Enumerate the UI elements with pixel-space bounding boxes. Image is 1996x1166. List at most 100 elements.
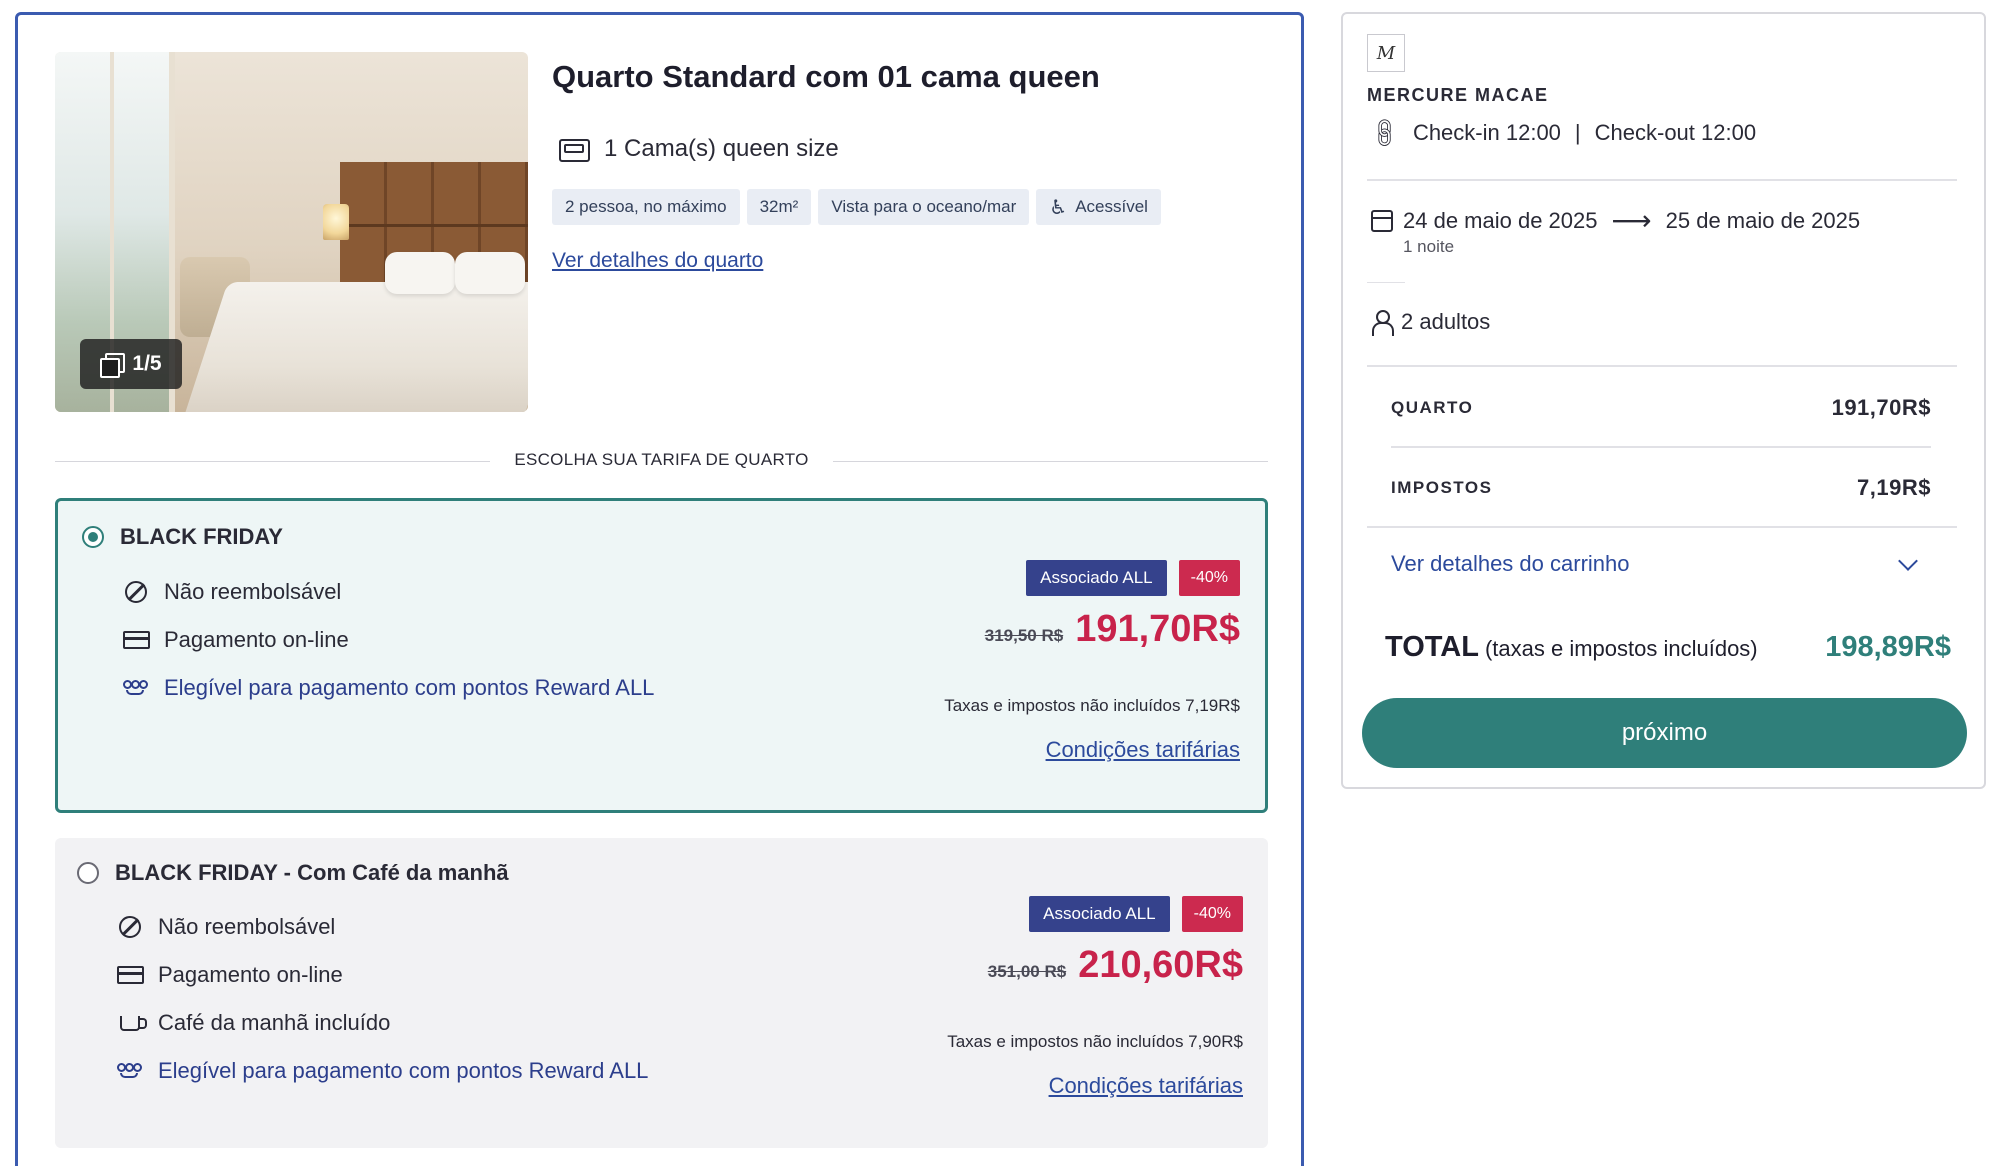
nights-count: 1 noite [1403, 237, 1455, 256]
line-item-taxes: IMPOSTOS 7,19R$ [1391, 475, 1931, 501]
guests: 2 adultos [1371, 309, 1491, 336]
total-sub: (taxas e impostos incluídos) [1484, 636, 1758, 661]
photo-counter-label: 1/5 [132, 352, 162, 375]
tax-value: 7,19R$ [1857, 475, 1931, 500]
cart-details-toggle[interactable]: Ver detalhes do carrinho [1391, 551, 1931, 577]
no-refund-icon [119, 916, 141, 938]
separator [1367, 365, 1957, 367]
chevron-down-icon[interactable] [1898, 551, 1918, 571]
feature-label: Elegível para pagamento com pontos Rewar… [164, 675, 655, 700]
separator [1367, 179, 1957, 181]
room-title: Quarto Standard com 01 cama queen [552, 59, 1100, 94]
rate-price: 210,60R$ [1078, 944, 1243, 986]
rate-heading: ESCOLHA SUA TARIFA DE QUARTO [514, 450, 809, 469]
photo-pillow [385, 252, 455, 294]
date-to: 25 de maio de 2025 [1665, 207, 1861, 233]
tax-label: IMPOSTOS [1391, 478, 1493, 497]
date-from: 24 de maio de 2025 [1403, 207, 1598, 233]
member-badge: Associado ALL [1029, 896, 1170, 932]
calendar-icon [1371, 209, 1393, 232]
tax-note: Taxas e impostos não incluídos 7,19R$ [944, 696, 1240, 715]
gallery-icon [100, 353, 126, 378]
room-card: 1/5 Quarto Standard com 01 cama queen 1 … [15, 12, 1304, 1166]
feature-label: Não reembolsável [164, 579, 342, 604]
badges: Associado ALL -40% [1026, 560, 1240, 596]
room-label: QUARTO [1391, 398, 1474, 417]
checkout-time: Check-out 12:00 [1594, 120, 1757, 145]
feature-label: Não reembolsável [158, 914, 336, 939]
rate-option-black-friday-breakfast[interactable]: BLACK FRIDAY - Com Café da manhã Não ree… [55, 838, 1268, 1148]
tag-accessible: ♿ Acessível [1036, 189, 1161, 225]
rate-price: 191,70R$ [1075, 608, 1240, 650]
feature-reward-eligible: Elegível para pagamento com pontos Rewar… [116, 1058, 648, 1084]
link-icon: 🔗︎ [1365, 113, 1404, 152]
time-divider: | [1574, 120, 1581, 145]
coffee-cup-icon [120, 1015, 147, 1031]
hotel-name: MERCURE MACAE [1367, 85, 1549, 105]
feature-breakfast: Café da manhã incluído [116, 1010, 390, 1036]
credit-card-icon [116, 966, 144, 984]
feature-online-payment: Pagamento on-line [116, 962, 343, 988]
accessible-icon: ♿ [1049, 196, 1068, 219]
feature-online-payment: Pagamento on-line [122, 627, 349, 653]
price-row: 319,50 R$ 191,70R$ [985, 608, 1240, 651]
feature-non-refundable: Não reembolsável [122, 579, 341, 605]
total-row: TOTAL (taxas e impostos incluídos) 198,89… [1385, 631, 1951, 664]
room-photo[interactable]: 1/5 [55, 52, 528, 412]
feature-label: Pagamento on-line [158, 962, 343, 987]
stay-dates: 24 de maio de 2025 ⟶ 25 de maio de 2025 [1371, 204, 1860, 237]
photo-bed [182, 282, 528, 412]
cart-details-link[interactable]: Ver detalhes do carrinho [1391, 551, 1630, 577]
credit-card-icon [122, 631, 150, 649]
price-row: 351,00 R$ 210,60R$ [988, 944, 1243, 987]
room-value: 191,70R$ [1831, 395, 1931, 420]
photo-counter[interactable]: 1/5 [80, 339, 182, 389]
tag-capacity: 2 pessoa, no máximo [552, 189, 740, 225]
feature-label: Elegível para pagamento com pontos Rewar… [158, 1058, 649, 1083]
hotel-logo-icon: M [1367, 34, 1405, 72]
room-tags: 2 pessoa, no máximo 32m² Vista para o oc… [552, 189, 1161, 225]
arrow-right-icon: ⟶ [1611, 205, 1652, 236]
line-item-room: QUARTO 191,70R$ [1391, 395, 1931, 421]
member-badge: Associado ALL [1026, 560, 1167, 596]
radio-selected-icon[interactable] [82, 526, 104, 548]
feature-non-refundable: Não reembolsável [116, 914, 335, 940]
separator [1391, 446, 1931, 448]
rate-option-black-friday[interactable]: BLACK FRIDAY Não reembolsável Pagamento … [55, 498, 1268, 813]
rate-name: BLACK FRIDAY [120, 524, 283, 549]
radio-unselected-icon[interactable] [77, 862, 99, 884]
tag-accessible-label: Acessível [1075, 197, 1148, 216]
checkin-checkout: 🔗︎ Check-in 12:00 | Check-out 12:00 [1366, 114, 1757, 151]
separator [1367, 526, 1957, 528]
old-price: 351,00 R$ [987, 962, 1067, 981]
discount-badge: -40% [1181, 896, 1243, 932]
discount-badge: -40% [1178, 560, 1240, 596]
bed-icon [558, 136, 590, 162]
bed-info: 1 Cama(s) queen size [558, 135, 839, 163]
reward-icon [123, 678, 149, 698]
person-icon [1371, 310, 1394, 336]
tag-view: Vista para o oceano/mar [818, 189, 1030, 225]
rate-conditions-link[interactable]: Condições tarifárias [1049, 1073, 1243, 1099]
tax-note: Taxas e impostos não incluídos 7,90R$ [947, 1032, 1243, 1051]
photo-lamp [323, 204, 349, 240]
feature-reward-eligible: Elegível para pagamento com pontos Rewar… [122, 675, 654, 701]
feature-label: Café da manhã incluído [158, 1010, 391, 1035]
rate-conditions-link[interactable]: Condições tarifárias [1046, 737, 1240, 763]
feature-label: Pagamento on-line [164, 627, 349, 652]
total-label: TOTAL [1385, 631, 1479, 663]
checkin-time: Check-in 12:00 [1412, 120, 1561, 145]
room-details-link[interactable]: Ver detalhes do quarto [552, 249, 763, 273]
total-value: 198,89R$ [1825, 631, 1951, 663]
bed-label: 1 Cama(s) queen size [604, 135, 839, 162]
tag-size: 32m² [746, 189, 812, 225]
separator [1367, 282, 1405, 283]
badges: Associado ALL -40% [1029, 896, 1243, 932]
no-refund-icon [125, 581, 147, 603]
guests-label: 2 adultos [1401, 309, 1491, 334]
reward-icon [117, 1061, 143, 1081]
photo-pillow [455, 252, 525, 294]
booking-summary: M MERCURE MACAE 🔗︎ Check-in 12:00 | Chec… [1341, 12, 1986, 789]
next-button[interactable]: próximo [1362, 698, 1967, 768]
rate-divider: ESCOLHA SUA TARIFA DE QUARTO [55, 447, 1268, 477]
